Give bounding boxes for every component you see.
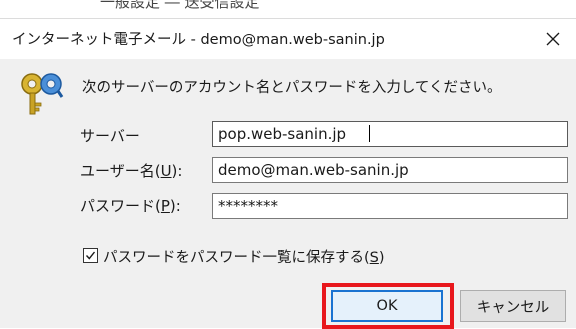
- cancel-button[interactable]: キャンセル: [460, 290, 566, 322]
- credentials-dialog: インターネット電子メール - demo@man.web-sanin.jp 次のサ…: [0, 18, 576, 329]
- title-bar: インターネット電子メール - demo@man.web-sanin.jp: [0, 19, 576, 59]
- prompt-text: 次のサーバーのアカウント名とパスワードを入力してください。: [82, 80, 502, 96]
- checkmark-icon: [85, 251, 96, 260]
- save-password-checkbox[interactable]: [83, 248, 98, 263]
- username-label: ユーザー名(U):: [80, 162, 183, 180]
- server-field[interactable]: [212, 121, 568, 147]
- text-caret: [369, 125, 370, 142]
- close-icon: [546, 32, 560, 46]
- background-text-fragment: 一般設定 ― 送受信設定: [100, 0, 260, 11]
- password-field[interactable]: [212, 193, 568, 219]
- background-window-strip: 一般設定 ― 送受信設定: [0, 0, 576, 18]
- key-icon: [21, 73, 64, 115]
- save-password-label[interactable]: パスワードをパスワード一覧に保存する(S): [103, 246, 385, 267]
- username-field[interactable]: [212, 157, 568, 183]
- dialog-title: インターネット電子メール - demo@man.web-sanin.jp: [12, 32, 385, 48]
- close-button[interactable]: [530, 19, 576, 59]
- ok-button[interactable]: OK: [331, 290, 443, 322]
- password-label: パスワード(P):: [80, 197, 181, 215]
- server-label: サーバー: [80, 127, 140, 145]
